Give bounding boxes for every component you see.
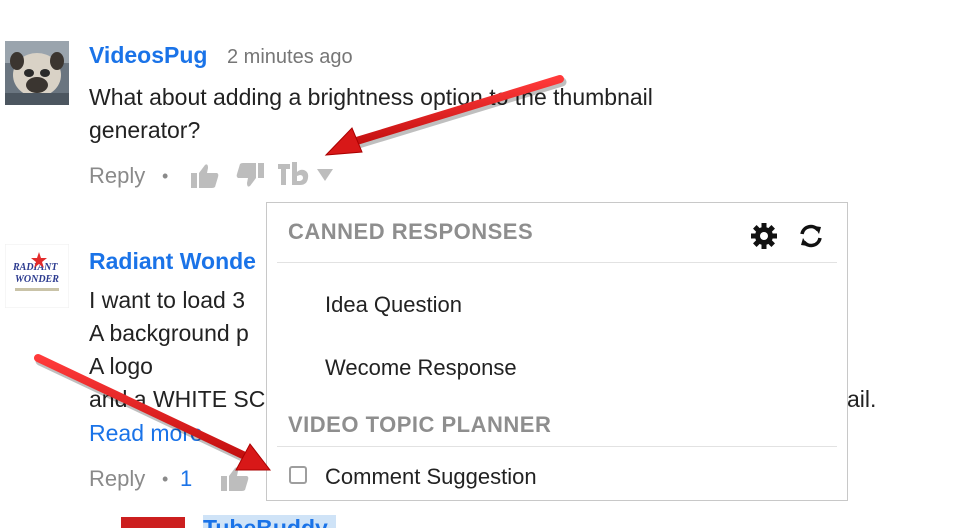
comment-text: What about adding a brightness option to… (89, 81, 789, 147)
comment-text-line: and a WHITE SC (89, 386, 266, 412)
comment-suggestion-item[interactable]: Comment Suggestion (325, 464, 537, 490)
comment-author[interactable]: Radiant Wonde (89, 248, 256, 275)
thumbs-down-icon[interactable] (235, 162, 265, 188)
refresh-icon[interactable] (798, 223, 824, 249)
reply-button[interactable]: Reply (89, 466, 145, 492)
separator-dot: • (162, 166, 169, 186)
thumbs-up-icon[interactable] (220, 466, 250, 492)
comment-text: I want to load 3 A background p A logo a… (89, 284, 289, 416)
comment-text-line: generator? (89, 117, 201, 143)
canned-responses-heading: CANNED RESPONSES (288, 219, 534, 244)
separator-dot: • (162, 469, 169, 489)
comment-author[interactable]: VideosPug (89, 42, 207, 69)
comment-text-line-end: ail. (847, 386, 877, 412)
gear-icon[interactable] (750, 222, 778, 250)
comment-text-line: What about adding a brightness option to… (89, 84, 653, 110)
tubebuddy-icon[interactable] (276, 160, 310, 188)
comment-timestamp[interactable]: 2 minutes ago (227, 46, 353, 69)
checkbox-icon[interactable] (289, 466, 307, 484)
thumbs-up-icon[interactable] (190, 163, 220, 189)
comment-text-line: A logo (89, 353, 153, 379)
reply-button[interactable]: Reply (89, 163, 145, 189)
avatar-radiant-wonder[interactable]: RADIANT WONDER (5, 244, 69, 308)
canned-response-item[interactable]: Wecome Response (325, 355, 517, 381)
tubebuddy-popup-menu: CANNED RESPONSES Idea Question Wecome Re… (266, 202, 848, 501)
reply-count[interactable]: 1 (180, 466, 192, 492)
svg-text:RADIANT: RADIANT (12, 262, 58, 273)
read-more-link[interactable]: Read more (89, 420, 203, 447)
comment-author-highlight[interactable]: TubeBuddy (203, 515, 336, 528)
radiant-wonder-logo: RADIANT WONDER (5, 244, 69, 308)
comment-text-line: A background p (89, 320, 249, 346)
video-topic-planner-heading: VIDEO TOPIC PLANNER (288, 412, 552, 437)
svg-text:WONDER: WONDER (15, 274, 59, 285)
comment-text-line: I want to load 3 (89, 287, 245, 313)
pug-avatar-image (5, 41, 69, 105)
section-divider (277, 262, 837, 263)
section-divider (277, 446, 837, 447)
avatar-videospug[interactable] (5, 41, 69, 105)
dropdown-arrow-icon[interactable] (316, 168, 334, 182)
canned-response-item[interactable]: Idea Question (325, 292, 462, 318)
comment-author[interactable]: TubeBuddy (203, 515, 336, 528)
avatar-tubebuddy[interactable] (121, 517, 185, 528)
